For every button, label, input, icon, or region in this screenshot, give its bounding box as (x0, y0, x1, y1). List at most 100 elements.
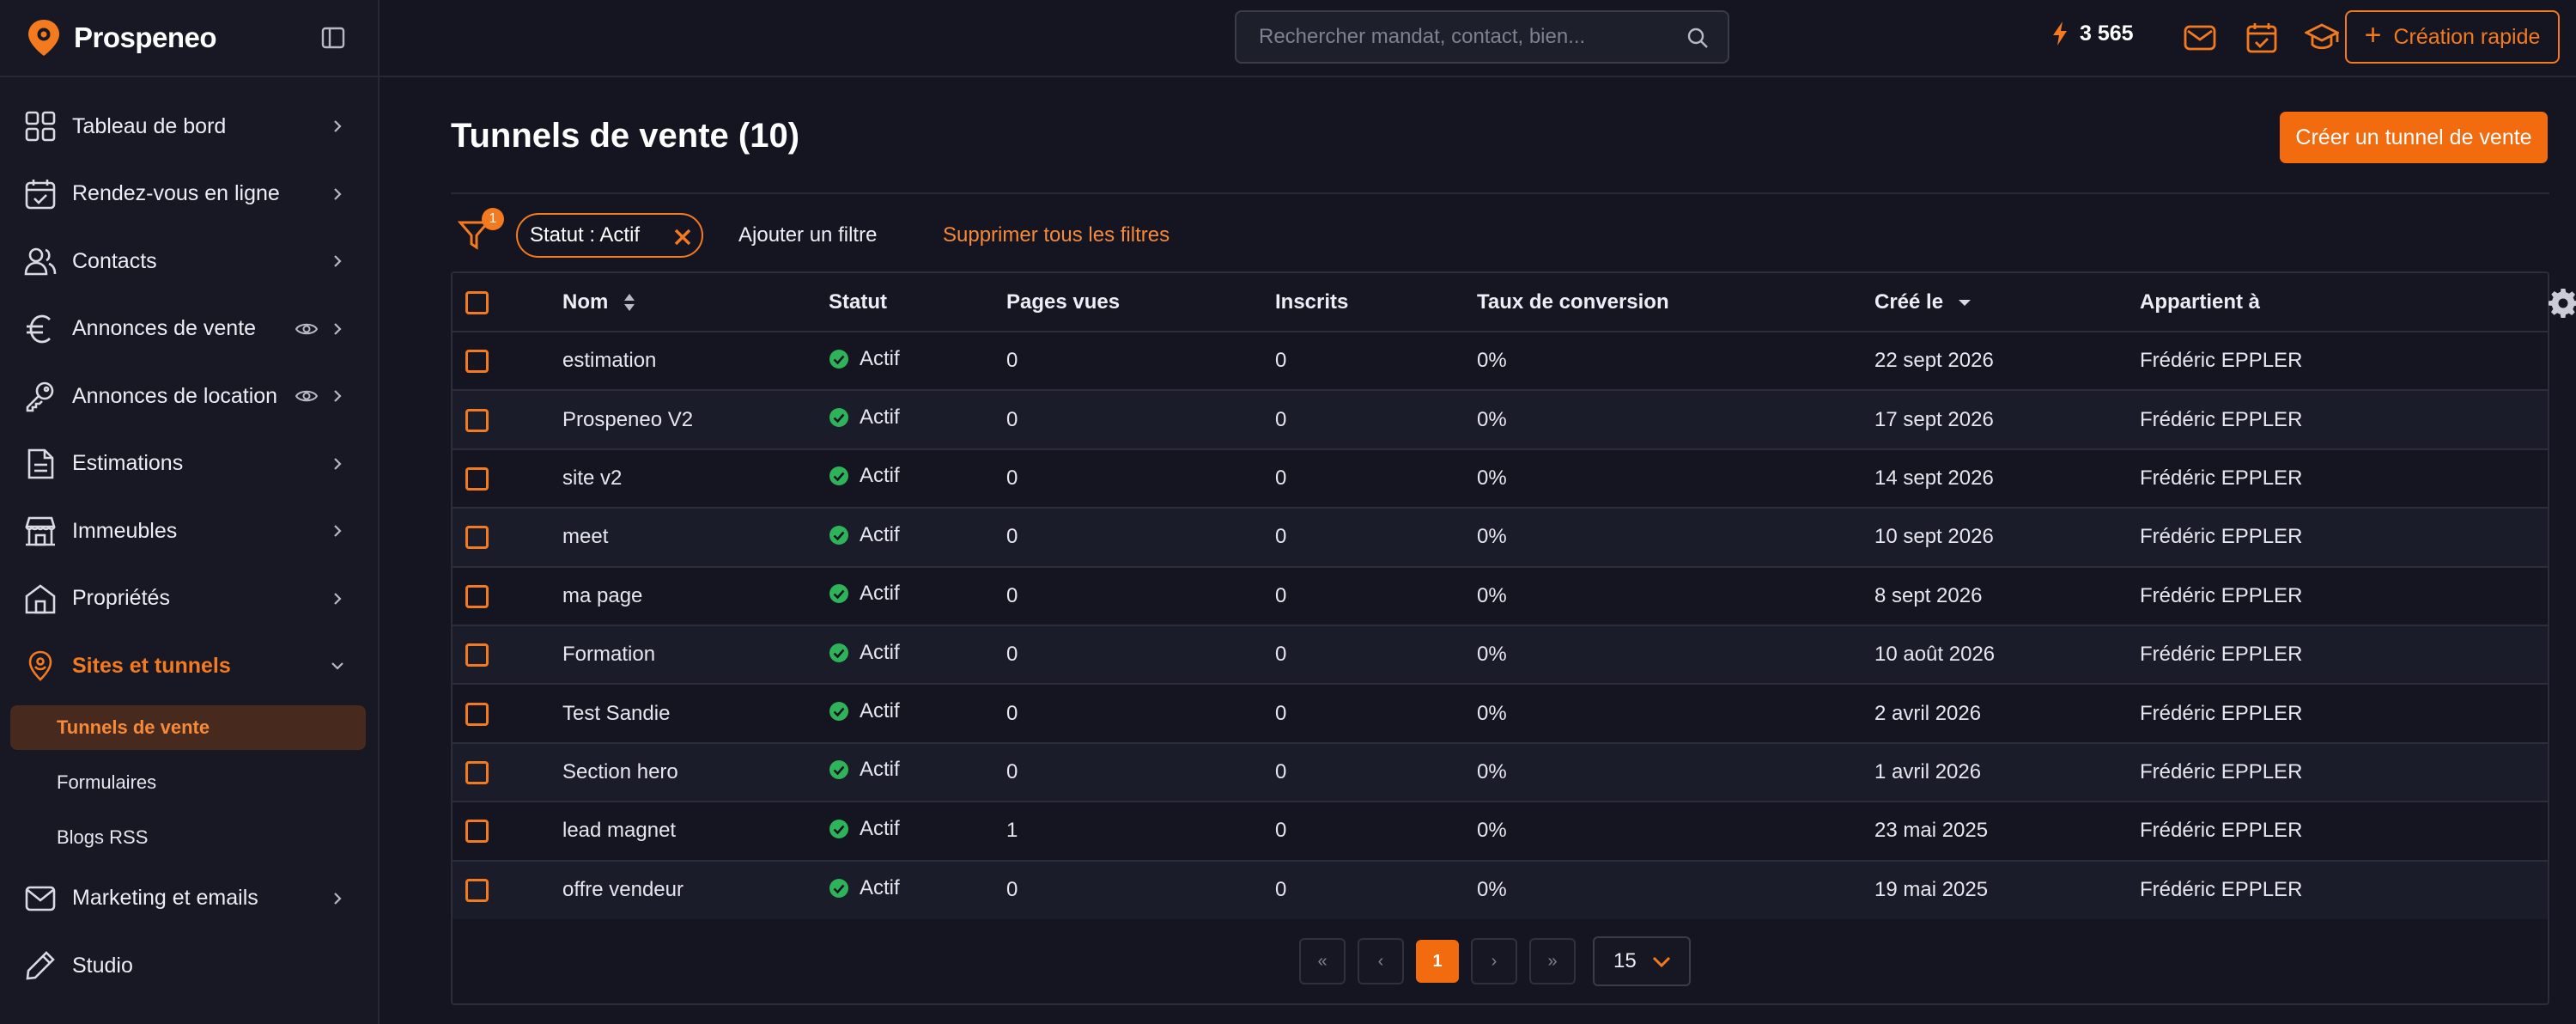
cell-nom[interactable]: lead magnet (562, 802, 829, 860)
sidebar-item-label: Marketing et emails (72, 886, 258, 911)
prev-page-button[interactable]: ‹ (1358, 938, 1404, 984)
chevron-down-icon (1652, 956, 1671, 968)
cell-appartient: Frédéric EPPLER (2140, 878, 2303, 902)
row-checkbox[interactable] (465, 467, 489, 491)
credits[interactable]: 3 565 (2050, 21, 2134, 46)
column-header-cree-le[interactable]: Créé le (1874, 273, 2140, 332)
chevron-right-icon (334, 255, 342, 268)
sidebar-item-contacts[interactable]: Contacts (0, 228, 378, 296)
cell-nom[interactable]: Prospeneo V2 (562, 390, 829, 448)
mail-icon[interactable] (2183, 21, 2217, 54)
row-checkbox[interactable] (465, 408, 489, 432)
sidebar-collapse-icon[interactable] (319, 24, 347, 52)
grid-icon (25, 111, 56, 142)
sidebar-subitem-blogs-rss[interactable]: Blogs RSS (0, 810, 378, 865)
cell-taux: 0% (1477, 878, 1507, 902)
sidebar-subitem-tunnels-de-vente[interactable]: Tunnels de vente (10, 704, 366, 750)
table-row[interactable]: ma page Actif 0 0 0% 8 sept 2026 Frédéric EPPL… (453, 566, 2548, 625)
column-header-appartient[interactable]: Appartient à (2140, 273, 2475, 332)
cell-cree-le: 10 sept 2026 (1874, 525, 1994, 549)
first-page-button[interactable]: « (1299, 938, 1346, 984)
cell-cree-le: 1 avril 2026 (1874, 759, 1982, 783)
plus-icon: + (2364, 18, 2382, 52)
eye-icon[interactable] (295, 387, 318, 405)
sort-desc-icon[interactable] (1958, 297, 1971, 308)
sidebar-item-rendez-vous[interactable]: Rendez-vous en ligne (0, 161, 378, 229)
cell-statut: Actif (829, 508, 1006, 566)
sidebar-item-marketing[interactable]: Marketing et emails (0, 865, 378, 933)
column-header-taux[interactable]: Taux de conversion (1477, 273, 1874, 332)
sidebar-item-sites-et-tunnels[interactable]: Sites et tunnels (0, 632, 378, 700)
gear-icon[interactable] (2548, 287, 2576, 318)
next-page-button[interactable]: › (1471, 938, 1517, 984)
row-checkbox[interactable] (465, 643, 489, 667)
cell-nom[interactable]: Formation (562, 625, 829, 684)
sidebar-item-estimations[interactable]: Estimations (0, 430, 378, 498)
cell-nom[interactable]: ma page (562, 567, 829, 625)
select-all-checkbox[interactable] (465, 290, 489, 314)
table-row[interactable]: lead magnet Actif 1 0 0% 23 mai 2025 Frédéric … (453, 802, 2548, 861)
sidebar-item-label: Estimations (72, 451, 184, 476)
quick-create-button[interactable]: + Création rapide (2345, 10, 2560, 64)
row-checkbox[interactable] (465, 350, 489, 374)
create-funnel-button[interactable]: Créer un tunnel de vente (2280, 112, 2548, 163)
close-icon[interactable] (672, 227, 693, 247)
sidebar-item-label: Rendez-vous en ligne (72, 181, 280, 206)
sidebar-item-proprietes[interactable]: Propriétés (0, 565, 378, 633)
row-checkbox[interactable] (465, 761, 489, 784)
graduation-cap-icon[interactable] (2305, 21, 2339, 54)
clear-filters-link[interactable]: Supprimer tous les filtres (943, 223, 1170, 247)
row-checkbox[interactable] (465, 584, 489, 608)
eye-icon[interactable] (295, 320, 318, 338)
row-checkbox[interactable] (465, 820, 489, 844)
cell-nom[interactable]: Section hero (562, 743, 829, 802)
sidebar-item-tableau-de-bord[interactable]: Tableau de bord (0, 93, 378, 161)
sidebar-item-studio[interactable]: Studio (0, 932, 378, 1000)
table-row[interactable]: estimation Actif 0 0 0% 22 sept 2026 Frédéric … (453, 332, 2548, 391)
column-header-inscrits[interactable]: Inscrits (1275, 273, 1477, 332)
sidebar-item-annonces-location[interactable]: Annonces de location (0, 363, 378, 430)
sidebar-item-immeubles[interactable]: Immeubles (0, 497, 378, 565)
cell-cree-le: 2 avril 2026 (1874, 701, 1982, 725)
table-row[interactable]: Prospeneo V2 Actif 0 0 0% 17 sept 2026 Frédéri… (453, 390, 2548, 449)
house-icon (25, 584, 56, 614)
cell-pages-vues: 0 (1006, 407, 1018, 431)
cell-appartient: Frédéric EPPLER (2140, 643, 2303, 667)
calendar-check-icon[interactable] (2245, 21, 2279, 54)
sort-icon[interactable] (623, 292, 636, 313)
table-row[interactable]: Formation Actif 0 0 0% 10 août 2026 Frédéric E… (453, 625, 2548, 685)
column-header-nom[interactable]: Nom (562, 273, 829, 332)
cell-nom[interactable]: estimation (562, 332, 829, 390)
search-input[interactable] (1259, 25, 1671, 49)
add-filter-link[interactable]: Ajouter un filtre (738, 223, 877, 247)
sidebar-item-annonces-vente[interactable]: Annonces de vente (0, 296, 378, 363)
cell-cree-le: 23 mai 2025 (1874, 819, 1989, 843)
chevron-right-icon (334, 525, 342, 538)
row-checkbox[interactable] (465, 879, 489, 903)
table-row[interactable]: Section hero Actif 0 0 0% 1 avril 2026 Frédéri… (453, 742, 2548, 802)
row-checkbox[interactable] (465, 702, 489, 726)
row-checkbox[interactable] (465, 526, 489, 550)
lightning-icon (2053, 21, 2067, 46)
page-size-select[interactable]: 15 (1593, 936, 1691, 986)
cell-nom[interactable]: offre vendeur (562, 861, 829, 919)
search-icon[interactable] (1686, 27, 1709, 49)
column-header-statut[interactable]: Statut (829, 273, 1006, 332)
cell-nom[interactable]: site v2 (562, 449, 829, 508)
table-row[interactable]: Test Sandie Actif 0 0 0% 2 avril 2026 Frédéric… (453, 684, 2548, 743)
table-row[interactable]: meet Actif 0 0 0% 10 sept 2026 Frédéric EPPLER (453, 508, 2548, 567)
credits-count: 3 565 (2080, 21, 2134, 46)
cell-taux: 0% (1477, 701, 1507, 725)
cell-nom[interactable]: meet (562, 508, 829, 566)
table-row[interactable]: site v2 Actif 0 0 0% 14 sept 2026 Frédéric EPP… (453, 448, 2548, 509)
column-header-pages-vues[interactable]: Pages vues (1006, 273, 1275, 332)
cell-statut: Actif (829, 625, 1006, 684)
filter-chip-statut[interactable]: Statut : Actif (516, 213, 703, 258)
sidebar-subitem-formulaires[interactable]: Formulaires (0, 755, 378, 810)
page-1-button[interactable]: 1 (1416, 940, 1459, 983)
table-row[interactable]: offre vendeur Actif 0 0 0% 19 mai 2025 Frédéri… (453, 860, 2548, 919)
cell-nom[interactable]: Test Sandie (562, 684, 829, 742)
search-box[interactable] (1235, 10, 1729, 64)
check-circle-icon (829, 466, 848, 486)
last-page-button[interactable]: » (1529, 938, 1576, 984)
